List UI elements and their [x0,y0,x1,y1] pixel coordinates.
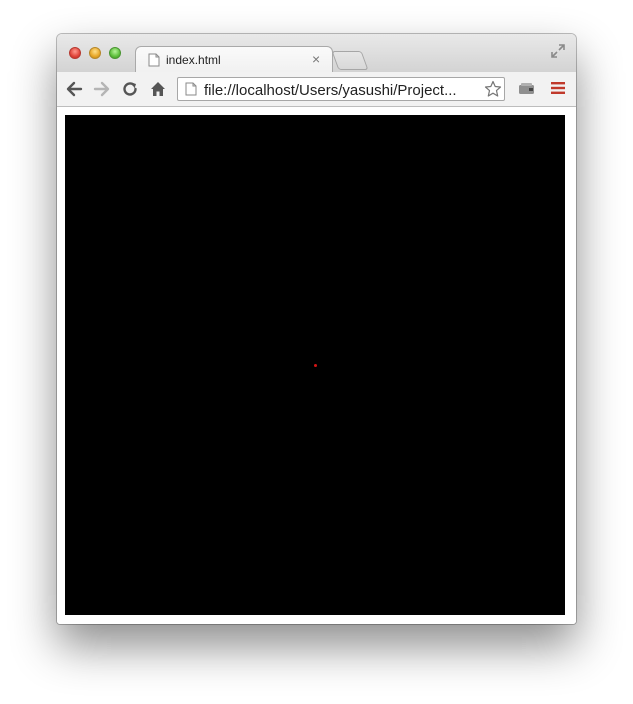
url-text: file://localhost/Users/yasushi/Project..… [204,82,457,99]
tab-close-icon[interactable]: × [312,51,320,67]
close-window-button[interactable] [69,47,81,59]
tab-title: index.html [166,53,221,67]
forward-arrow-icon[interactable] [93,80,111,98]
document-icon [148,53,160,67]
tab-index-html[interactable]: index.html × [135,46,333,74]
browser-window: index.html × file://localhost/Users/yasu… [57,34,576,624]
red-dot [314,364,317,367]
minimize-window-button[interactable] [89,47,101,59]
extension-icon[interactable] [518,81,536,97]
menu-icon[interactable] [551,81,565,95]
title-bar: index.html × [57,34,576,74]
document-icon [185,82,197,96]
black-canvas[interactable] [65,115,565,615]
maximize-window-button[interactable] [109,47,121,59]
home-icon[interactable] [149,80,167,98]
page-viewport [57,107,576,624]
bookmark-star-icon[interactable] [484,80,502,98]
back-arrow-icon[interactable] [65,80,83,98]
new-tab-button[interactable] [331,51,369,70]
address-bar[interactable]: file://localhost/Users/yasushi/Project..… [177,77,505,101]
browser-toolbar: file://localhost/Users/yasushi/Project..… [57,72,576,107]
fullscreen-icon[interactable] [550,43,566,59]
reload-icon[interactable] [121,80,139,98]
